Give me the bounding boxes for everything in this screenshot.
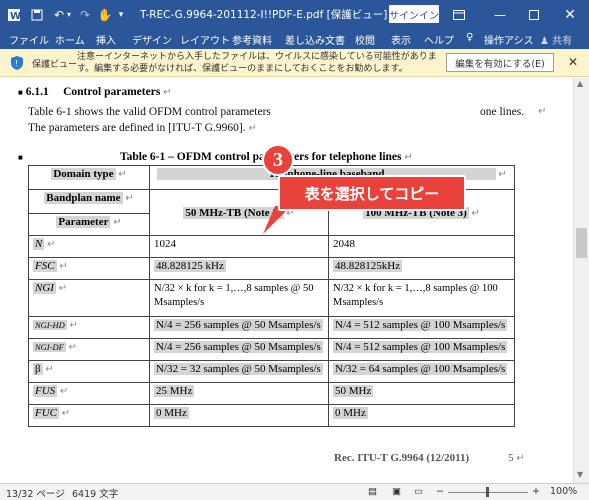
zoom-in-icon[interactable]: + [532, 486, 540, 497]
tab-references[interactable]: 参考資料 [232, 32, 272, 47]
svg-text:!: ! [15, 59, 18, 68]
table-row[interactable]: NGI-HD ↵ N/4 = 256 samples @ 50 Msamples… [28, 316, 515, 339]
tell-me-search[interactable]: 操作アシス [484, 32, 534, 47]
person-icon: ♟ [540, 36, 549, 47]
bandplan-name-cell[interactable]: Bandplan name ↵ [28, 189, 150, 214]
signin-button[interactable]: サインイン [389, 5, 439, 23]
shield-icon: ! [10, 55, 24, 74]
print-layout-icon[interactable]: ▣ [392, 486, 401, 497]
redo-icon[interactable]: ↷ [76, 0, 94, 29]
svg-text:W: W [10, 11, 21, 22]
share-button[interactable]: ♟ 共有 [540, 32, 572, 47]
domain-type-cell[interactable]: Domain type ↵ [28, 165, 150, 190]
table-row[interactable]: FSC ↵ 48.828125 kHz 48.828125kHz [28, 257, 515, 280]
protected-view-bar: ! 保護ビュー 注意ーインターネットから入手したファイルは、ウイルスに感染してい… [0, 49, 589, 77]
title-bar: W ↶ ▾ ↷ ✋ ▾ T-REC-G.9964-201112-I!!PDF-E… [0, 0, 589, 29]
ribbon-display-icon[interactable] [447, 0, 471, 29]
status-bar: 13/32 ページ 6419 文字 ▤ ▣ ▭ − + 100% [0, 483, 589, 500]
web-layout-icon[interactable]: ▭ [414, 486, 423, 497]
protected-view-label: 保護ビュー [32, 60, 78, 70]
tab-view[interactable]: 表示 [391, 32, 411, 47]
word-count[interactable]: 6419 文字 [72, 486, 118, 500]
footer-reference: Rec. ITU-T G.9964 (12/2011) [334, 452, 470, 464]
zoom-slider-thumb[interactable] [486, 487, 489, 497]
vertical-scrollbar[interactable]: ▲ ▼ [573, 78, 589, 483]
tab-insert[interactable]: 挿入 [96, 32, 116, 47]
zoom-out-icon[interactable]: − [436, 486, 444, 497]
table-row[interactable]: N ↵ 1024 2048 [28, 235, 515, 258]
close-icon[interactable]: ✕ [558, 0, 582, 29]
table-row[interactable]: FUC ↵ 0 MHz 0 MHz [28, 404, 515, 427]
section-title: Control parameters [63, 86, 161, 98]
tab-file[interactable]: ファイル [9, 32, 49, 47]
scroll-up-icon[interactable]: ▲ [577, 79, 583, 88]
paragraph-line-1: Table 6-1 shows the valid OFDM control p… [28, 106, 547, 118]
page-indicator[interactable]: 13/32 ページ [6, 486, 65, 500]
customize-toolbar-icon[interactable]: ▾ [114, 0, 128, 29]
table-row[interactable]: FUS ↵ 25 MHz 50 MHz [28, 382, 515, 405]
lightbulb-icon: ♀ [466, 32, 474, 43]
window-title: T-REC-G.9964-201112-I!!PDF-E.pdf [保護ビュー]… [140, 9, 425, 21]
tab-review[interactable]: 校閲 [355, 32, 375, 47]
share-label: 共有 [552, 36, 573, 47]
read-mode-icon[interactable]: ▤ [368, 486, 377, 497]
table-row[interactable]: NGI-DF ↵ N/4 = 256 samples @ 50 Msamples… [28, 338, 515, 361]
save-icon[interactable] [28, 0, 46, 29]
tab-help[interactable]: ヘルプ [424, 32, 454, 47]
section-number: 6.1.1 [25, 86, 49, 98]
bullet-marker: ■ [18, 153, 23, 162]
callout-step-number: 3 [262, 144, 294, 176]
maximize-icon[interactable] [522, 0, 546, 29]
scroll-down-icon[interactable]: ▼ [577, 470, 583, 479]
ribbon-tabs: ファイル ホーム 挿入 デザイン レイアウト 参考資料 差し込み文書 校閲 表示… [0, 29, 589, 49]
close-bar-icon[interactable]: ✕ [568, 55, 578, 69]
table-row[interactable]: β ↵ N/32 = 32 samples @ 50 Msamples/s N/… [28, 360, 515, 383]
callout-instruction: 表を選択してコピー [278, 175, 466, 211]
tab-design[interactable]: デザイン [132, 32, 172, 47]
tab-home[interactable]: ホーム [55, 32, 85, 47]
paragraph-line-2: The parameters are defined in [ITU-T G.9… [28, 122, 257, 134]
document-page[interactable]: ■ 6.1.1 Control parameters ↵ Table 6-1 s… [0, 78, 573, 483]
parameter-header-cell[interactable]: Parameter ↵ [28, 213, 150, 236]
table-row[interactable]: NGI ↵ N/32 × k for k = 1,…,8 samples @ 5… [28, 279, 515, 317]
word-logo-icon: W [4, 0, 24, 29]
zoom-level[interactable]: 100% [550, 486, 577, 497]
scrollbar-thumb[interactable] [576, 228, 587, 258]
touch-mode-icon[interactable]: ✋ [96, 0, 114, 29]
tab-mailings[interactable]: 差し込み文書 [285, 32, 345, 47]
minimize-icon[interactable]: — [488, 0, 512, 29]
enable-editing-button[interactable]: 編集を有効にする(E) [446, 53, 554, 72]
footer-page-number: 5 ↵ [508, 452, 525, 464]
section-heading: ■ 6.1.1 Control parameters ↵ [18, 86, 172, 98]
undo-dropdown-icon[interactable]: ▾ [64, 0, 74, 29]
tab-layout[interactable]: レイアウト [180, 32, 230, 47]
protected-view-message: 注意ーインターネットから入手したファイルは、ウイルスに感染している可能性がありま… [77, 52, 437, 74]
